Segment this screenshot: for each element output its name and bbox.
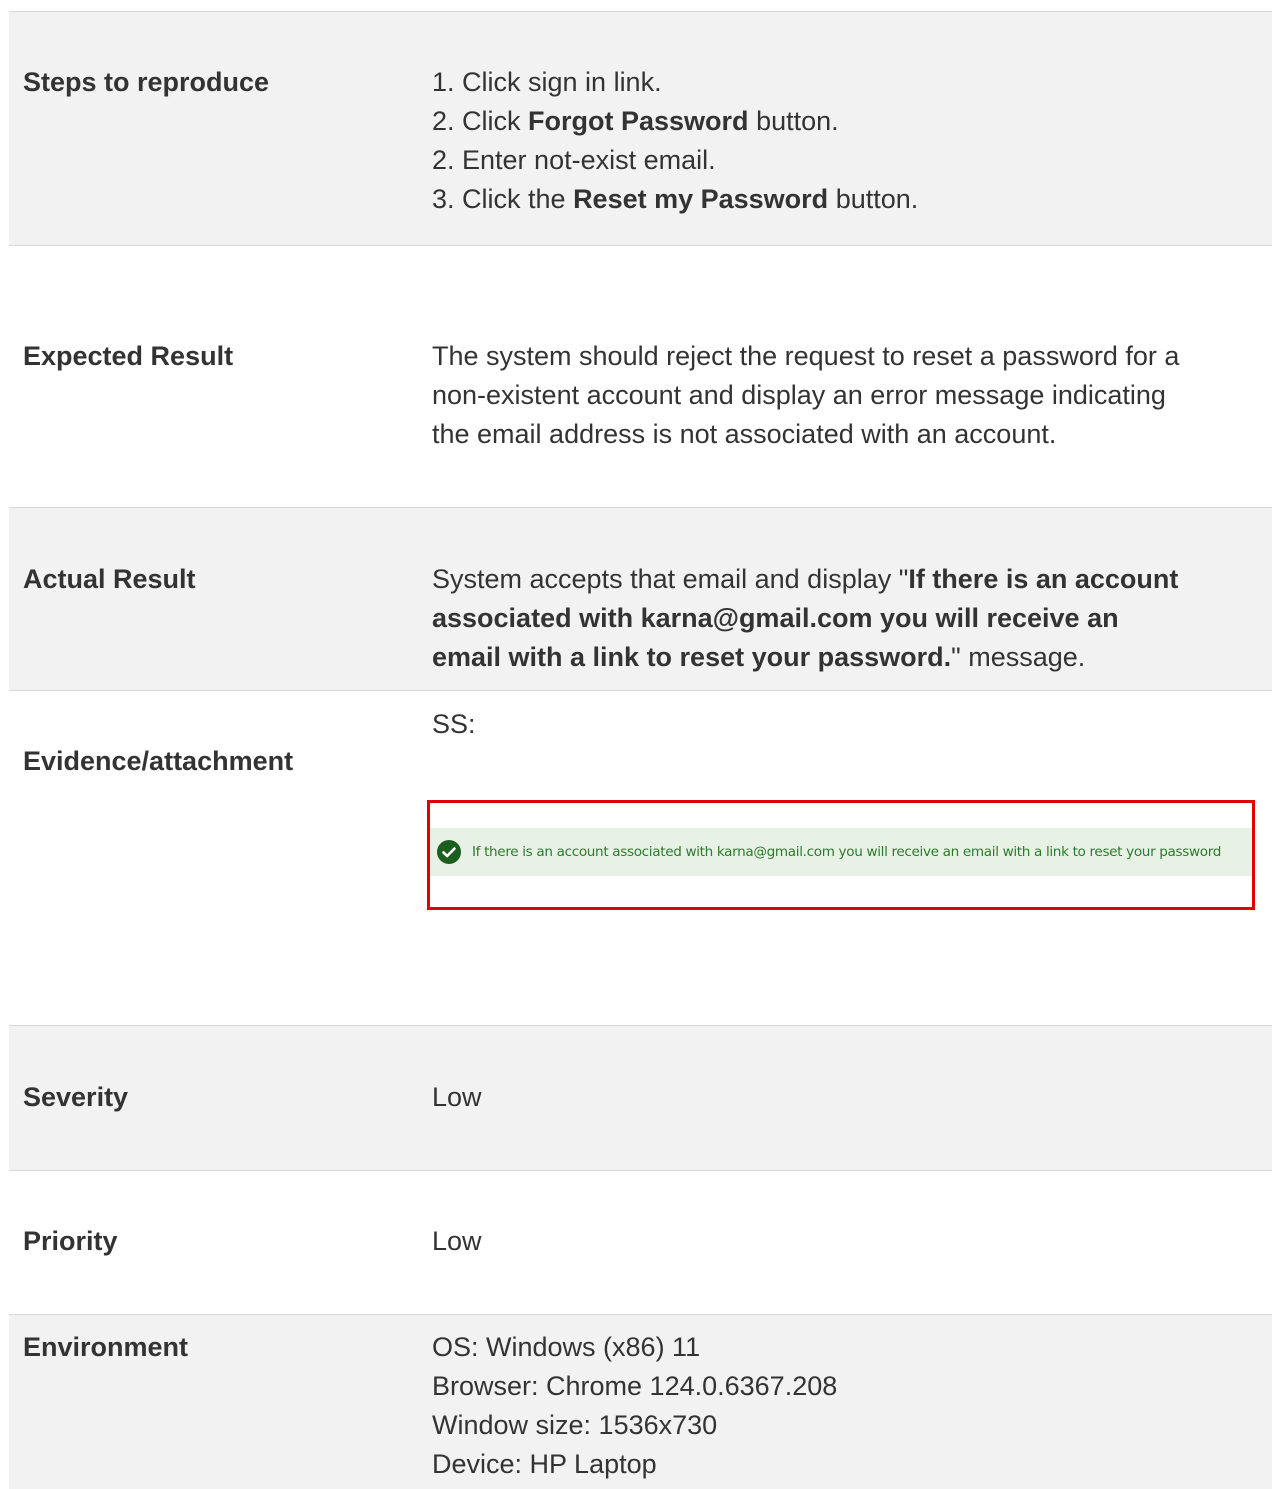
step-item: 2. Click Forgot Password button. [432,106,839,136]
environment-value: OS: Windows (x86) 11 Browser: Chrome 124… [432,1332,838,1479]
actual-row: Actual Result System accepts that email … [9,507,1272,691]
expected-row: Expected Result The system should reject… [9,246,1272,507]
evidence-caption: SS: [432,709,476,739]
step-item: 2. Enter not-exist email. [432,145,716,175]
step-item: 1. Click sign in link. [432,67,662,97]
expected-label: Expected Result [23,341,234,371]
step-item: 3. Click the Reset my Password button. [432,184,919,214]
check-circle-icon [437,840,461,864]
expected-value: The system should reject the request to … [432,341,1180,449]
priority-label: Priority [23,1226,118,1256]
severity-row: Severity Low [9,1025,1272,1171]
steps-label: Steps to reproduce [23,67,270,97]
environment-row: Environment OS: Windows (x86) 11 Browser… [9,1314,1272,1489]
severity-label: Severity [23,1082,129,1112]
actual-label: Actual Result [23,564,196,594]
steps-row: Steps to reproduce 1. Click sign in link… [9,11,1272,246]
severity-value: Low [432,1082,482,1112]
priority-value: Low [432,1226,482,1256]
success-alert: If there is an account associated with k… [430,828,1252,876]
priority-row: Priority Low [9,1171,1272,1315]
evidence-label: Evidence/attachment [23,746,294,776]
environment-label: Environment [23,1332,189,1362]
steps-list: 1. Click sign in link. 2. Click Forgot P… [432,63,1264,219]
alert-message: If there is an account associated with k… [472,844,1222,860]
bug-report-table: Steps to reproduce 1. Click sign in link… [0,0,1272,1489]
actual-value: System accepts that email and display "I… [432,564,1179,672]
evidence-screenshot: If there is an account associated with k… [427,800,1255,910]
